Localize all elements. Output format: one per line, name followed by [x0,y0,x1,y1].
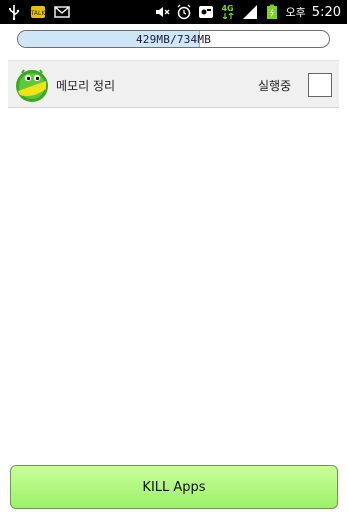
battery-charging-icon [264,4,280,20]
signal-icon [242,4,258,20]
status-ampm: 오후 [285,6,306,19]
app-status-label: 실행중 [258,79,292,93]
app-list-item[interactable]: 메모리 정리 실행중 [8,60,339,108]
status-left-icons: TALK [6,3,70,21]
email-icon [54,4,70,20]
app-icon [198,4,214,20]
kakaotalk-icon: TALK [30,4,46,20]
alarm-icon [176,4,192,20]
usb-icon [6,4,22,20]
kill-apps-label: KILL Apps [142,479,206,495]
memory-usage-label: 429MB/734MB [135,32,212,46]
green-cleaner-icon [14,67,50,103]
mute-icon [154,4,170,20]
kill-apps-button[interactable]: KILL Apps [10,465,338,509]
app-name: 메모리 정리 [56,79,116,93]
status-bar: TALK 4G 오후 5:20 [0,0,347,24]
svg-text:TALK: TALK [30,10,46,17]
status-right-icons: 4G 오후 5:20 [154,2,341,22]
app-select-checkbox[interactable] [308,73,332,97]
4g-icon: 4G [220,4,236,20]
status-time: 5:20 [311,4,341,20]
memory-usage-bar: 429MB/734MB [17,30,330,48]
